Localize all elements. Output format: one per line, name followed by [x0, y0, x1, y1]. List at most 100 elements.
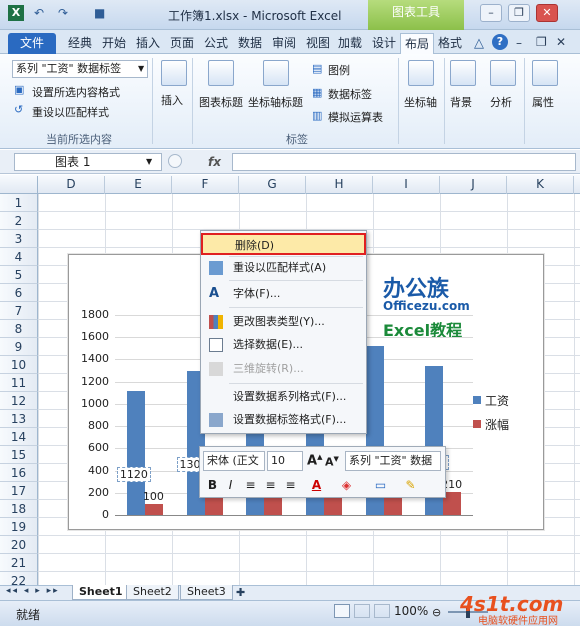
background-button[interactable]: 背景 [450, 94, 472, 110]
tab-view[interactable]: 视图 [302, 33, 334, 54]
zoom-out-icon[interactable]: ⊖ [432, 606, 441, 619]
doc-restore-icon[interactable]: ❐ [536, 35, 547, 49]
column-header-f[interactable]: F [172, 176, 239, 194]
row-header-6[interactable]: 6 [0, 284, 38, 302]
menu-item-format-labels[interactable]: 设置数据标签格式(F)... [201, 409, 366, 431]
menu-item-format-series[interactable]: 设置数据系列格式(F)... [201, 386, 366, 408]
tab-design[interactable]: 设计 [368, 33, 400, 54]
tab-layout[interactable]: 布局 [400, 33, 435, 54]
data-label-salary[interactable]: 1120 [116, 466, 151, 482]
tab-review[interactable]: 审阅 [268, 33, 300, 54]
select-all-corner[interactable] [0, 176, 38, 194]
font-name-select[interactable]: 宋体 (正文 [203, 451, 265, 471]
bar-raise[interactable] [264, 498, 283, 515]
tab-page[interactable]: 页面 [166, 33, 198, 54]
column-header-h[interactable]: H [306, 176, 373, 194]
legend-button[interactable]: 图例 [328, 62, 350, 78]
bar-raise[interactable] [323, 495, 342, 515]
grow-font-icon[interactable]: A▲ [307, 453, 322, 468]
sheet-nav-arrows-icon[interactable]: ◂◂ ◂ ▸ ▸▸ [6, 586, 60, 596]
column-header-d[interactable]: D [38, 176, 105, 194]
page-break-view-icon[interactable] [374, 604, 390, 618]
menu-item-font[interactable]: A 字体(F)... [201, 283, 366, 305]
row-header-10[interactable]: 10 [0, 356, 38, 374]
chart-title-button[interactable]: 图表标题 [199, 94, 243, 110]
properties-button[interactable]: 属性 [532, 94, 554, 110]
chart-element-select[interactable]: 系列 "工资" 数据标签 [12, 60, 148, 78]
bar-raise[interactable] [383, 497, 402, 515]
tab-home[interactable]: 开始 [98, 33, 130, 54]
row-header-8[interactable]: 8 [0, 320, 38, 338]
minimize-button[interactable]: – [480, 4, 502, 22]
row-header-18[interactable]: 18 [0, 500, 38, 518]
minimize-ribbon-icon[interactable]: △ [474, 36, 484, 51]
row-header-19[interactable]: 19 [0, 518, 38, 536]
data-table-button[interactable]: 模拟运算表 [328, 109, 383, 125]
formula-input[interactable] [232, 153, 576, 171]
data-label-raise[interactable]: 100 [143, 490, 164, 503]
row-header-1[interactable]: 1 [0, 194, 38, 212]
redo-icon[interactable]: ↷ [58, 6, 68, 20]
row-header-21[interactable]: 21 [0, 554, 38, 572]
row-header-13[interactable]: 13 [0, 410, 38, 428]
zoom-level[interactable]: 100% [394, 604, 428, 618]
doc-minimize-icon[interactable]: – [516, 36, 522, 50]
tab-data[interactable]: 数据 [234, 33, 266, 54]
name-box-dropdown-icon[interactable]: ▼ [146, 157, 152, 166]
row-header-14[interactable]: 14 [0, 428, 38, 446]
row-header-3[interactable]: 3 [0, 230, 38, 248]
row-header-17[interactable]: 17 [0, 482, 38, 500]
column-header-i[interactable]: I [373, 176, 440, 194]
italic-button[interactable]: I [222, 476, 239, 495]
row-header-15[interactable]: 15 [0, 446, 38, 464]
tab-addins[interactable]: 加载 [334, 33, 366, 54]
row-header-16[interactable]: 16 [0, 464, 38, 482]
menu-item-select-data[interactable]: 选择数据(E)... [201, 334, 366, 356]
name-box[interactable]: 图表 1 [14, 153, 162, 171]
tab-formulas[interactable]: 公式 [200, 33, 232, 54]
page-layout-view-icon[interactable] [354, 604, 370, 618]
tab-classic[interactable]: 经典 [64, 33, 96, 54]
insert-button[interactable]: 插入 [161, 92, 183, 108]
sheet-tab-3[interactable]: Sheet3 [180, 585, 233, 600]
help-icon[interactable]: ? [492, 34, 508, 50]
sheet-tab-2[interactable]: Sheet2 [126, 585, 179, 600]
sheet-tab-1[interactable]: Sheet1 [72, 585, 130, 600]
data-labels-button[interactable]: 数据标签 [328, 86, 372, 102]
menu-item-delete[interactable]: 删除(D) [201, 233, 366, 255]
row-header-4[interactable]: 4 [0, 248, 38, 266]
outline-color-icon[interactable]: ▭ [372, 476, 389, 495]
row-header-12[interactable]: 12 [0, 392, 38, 410]
tab-format[interactable]: 格式 [434, 33, 466, 54]
row-header-7[interactable]: 7 [0, 302, 38, 320]
save-icon[interactable]: ■ [94, 6, 105, 20]
menu-item-reset-style[interactable]: 重设以匹配样式(A) [201, 257, 366, 279]
format-selection-button[interactable]: 设置所选内容格式 [32, 84, 120, 100]
expand-formula-icon[interactable] [168, 154, 182, 168]
fill-color-icon[interactable]: ◈ [338, 476, 355, 495]
align-right-icon[interactable]: ≡ [282, 476, 299, 495]
menu-item-change-chart-type[interactable]: 更改图表类型(Y)... [201, 311, 366, 333]
insert-sheet-icon[interactable]: ✚ [236, 586, 245, 599]
bold-button[interactable]: B [204, 476, 221, 495]
tab-insert[interactable]: 插入 [132, 33, 164, 54]
restore-button[interactable]: ❐ [508, 4, 530, 22]
align-center-icon[interactable]: ≡ [262, 476, 279, 495]
row-header-9[interactable]: 9 [0, 338, 38, 356]
element-select[interactable]: 系列 "工资" 数据 [345, 451, 441, 471]
axes-button[interactable]: 坐标轴 [404, 94, 437, 110]
format-painter-icon[interactable]: ✎ [402, 476, 419, 495]
column-header-e[interactable]: E [105, 176, 172, 194]
row-header-20[interactable]: 20 [0, 536, 38, 554]
row-header-5[interactable]: 5 [0, 266, 38, 284]
analysis-button[interactable]: 分析 [490, 94, 512, 110]
close-button[interactable]: ✕ [536, 4, 558, 22]
column-header-g[interactable]: G [239, 176, 306, 194]
chart-legend[interactable]: 工资 涨幅 [473, 393, 533, 443]
shrink-font-icon[interactable]: A▼ [325, 455, 339, 469]
font-color-icon[interactable]: A [308, 476, 325, 495]
row-header-2[interactable]: 2 [0, 212, 38, 230]
row-header-11[interactable]: 11 [0, 374, 38, 392]
undo-icon[interactable]: ↶ [34, 6, 44, 20]
doc-close-icon[interactable]: ✕ [556, 35, 566, 49]
